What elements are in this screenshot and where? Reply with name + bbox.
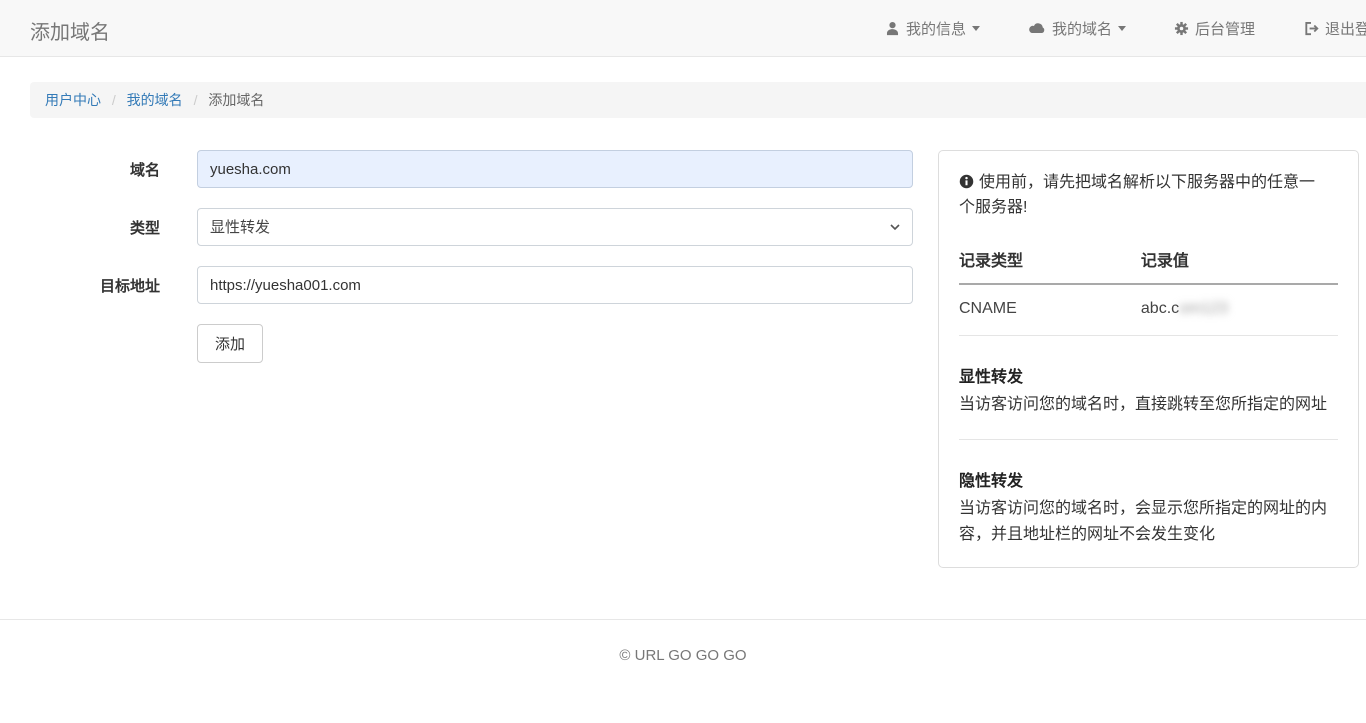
nav-admin[interactable]: 后台管理 [1174, 18, 1255, 39]
table-header-row: 记录类型 记录值 [959, 239, 1338, 284]
implicit-forward-section: 隐性转发 当访客访问您的域名时，会显示您所指定的网址的内容，并且地址栏的网址不会… [959, 467, 1338, 547]
redacted-text: om123 [1179, 300, 1228, 317]
caret-down-icon [1118, 26, 1126, 31]
breadcrumb-current: 添加域名 [208, 92, 264, 108]
info-circle-icon [959, 174, 974, 189]
divider [959, 439, 1338, 440]
type-select[interactable]: 显性转发 [197, 208, 913, 246]
page: 添加域名 我的信息 我的域名 后台管理 [0, 0, 1366, 723]
form-row-submit: 添加 [30, 324, 913, 363]
add-button[interactable]: 添加 [197, 324, 263, 363]
nav-my-domains[interactable]: 我的域名 [1028, 18, 1126, 39]
nav-label: 后台管理 [1195, 18, 1255, 39]
top-nav: 我的信息 我的域名 后台管理 退出登录 [885, 0, 1366, 56]
page-footer: © URL GO GO GO [0, 619, 1366, 664]
main-content: 域名 类型 显性转发 目标地址 [0, 150, 1366, 568]
target-url-label: 目标地址 [30, 266, 160, 304]
dns-notice: 使用前，请先把域名解析以下服务器中的任意一个服务器! [959, 171, 1327, 221]
info-panel: 使用前，请先把域名解析以下服务器中的任意一个服务器! 记录类型 记录值 CNAM… [938, 150, 1359, 568]
user-icon [885, 21, 900, 36]
nav-label: 我的域名 [1052, 18, 1112, 39]
explicit-forward-section: 显性转发 当访客访问您的域名时，直接跳转至您所指定的网址 [959, 363, 1338, 418]
record-type-cell: CNAME [959, 284, 1141, 336]
table-row: CNAME abc.com123 [959, 284, 1338, 336]
target-url-input[interactable] [197, 266, 913, 304]
record-value-header: 记录值 [1141, 239, 1338, 284]
dns-notice-text: 使用前，请先把域名解析以下服务器中的任意一个服务器! [959, 174, 1315, 216]
record-value-cell: abc.com123 [1141, 284, 1338, 336]
domain-label: 域名 [30, 150, 160, 188]
type-label: 类型 [30, 208, 160, 246]
gear-icon [1174, 21, 1189, 36]
nav-my-info[interactable]: 我的信息 [885, 18, 980, 39]
dns-record-table: 记录类型 记录值 CNAME abc.com123 [959, 239, 1338, 336]
implicit-forward-description: 当访客访问您的域名时，会显示您所指定的网址的内容，并且地址栏的网址不会发生变化 [959, 496, 1335, 547]
caret-down-icon [972, 26, 980, 31]
breadcrumb-my-domains[interactable]: 我的域名 [127, 92, 183, 108]
domain-input[interactable] [197, 150, 913, 188]
add-domain-form: 域名 类型 显性转发 目标地址 [30, 150, 913, 383]
nav-label: 退出登录 [1325, 18, 1366, 39]
top-header: 添加域名 我的信息 我的域名 后台管理 [0, 0, 1366, 57]
record-type-header: 记录类型 [959, 239, 1141, 284]
breadcrumb-separator: / [112, 92, 116, 108]
page-title: 添加域名 [30, 16, 110, 45]
explicit-forward-title: 显性转发 [959, 363, 1338, 387]
cloud-icon [1028, 22, 1046, 35]
form-row-target: 目标地址 [30, 266, 913, 304]
nav-logout[interactable]: 退出登录 [1303, 18, 1366, 39]
breadcrumb-separator: / [194, 92, 198, 108]
breadcrumb-user-center[interactable]: 用户中心 [45, 92, 101, 108]
breadcrumb: 用户中心 / 我的域名 / 添加域名 [30, 82, 1366, 118]
explicit-forward-description: 当访客访问您的域名时，直接跳转至您所指定的网址 [959, 392, 1335, 418]
copyright-text: © URL GO GO GO [0, 647, 1366, 664]
logout-icon [1303, 21, 1319, 36]
implicit-forward-title: 隐性转发 [959, 467, 1338, 491]
nav-label: 我的信息 [906, 18, 966, 39]
form-row-domain: 域名 [30, 150, 913, 188]
form-row-type: 类型 显性转发 [30, 208, 913, 246]
